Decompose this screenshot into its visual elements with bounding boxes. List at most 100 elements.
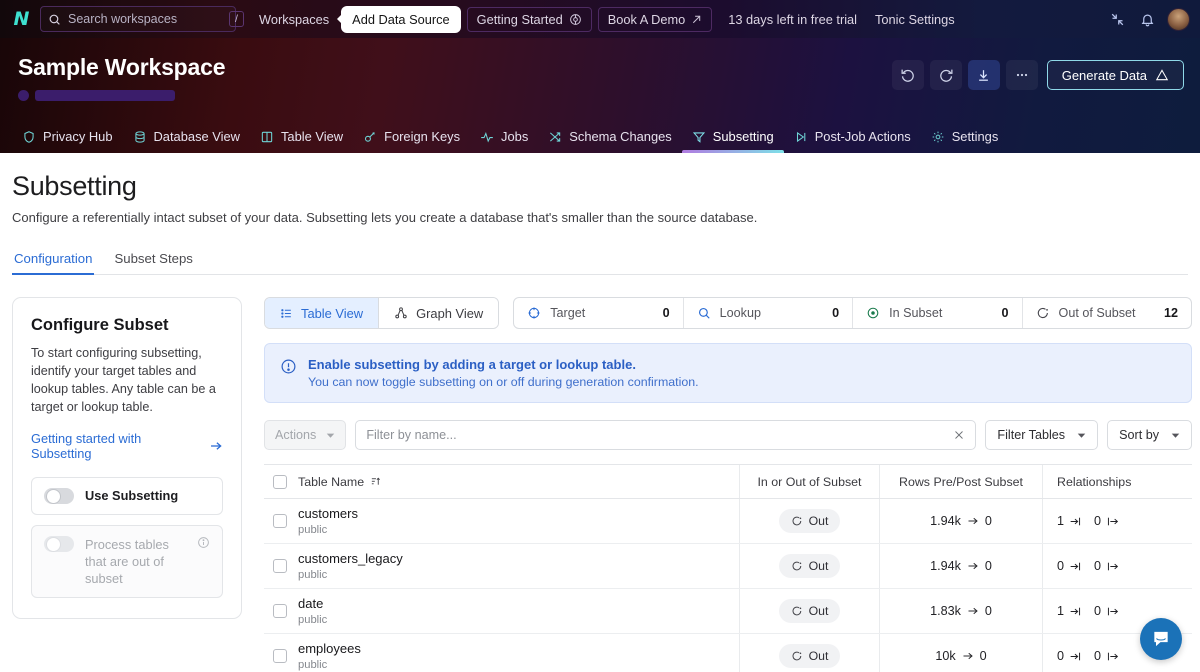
workspace-nav-jobs[interactable]: Jobs [470, 123, 538, 153]
table-row[interactable]: customers_legacy public Out 1.94k 0 0 0 [264, 544, 1192, 589]
table-view-button[interactable]: Table View [265, 298, 379, 328]
workspace-nav-post-job-actions[interactable]: Post-Job Actions [784, 123, 921, 153]
collapse-icon[interactable] [1104, 6, 1130, 32]
table-row[interactable]: employees public Out 10k 0 0 0 [264, 634, 1192, 672]
more-icon[interactable] [1005, 60, 1038, 90]
status-badge[interactable]: Out [778, 509, 841, 533]
rows-post: 0 [984, 514, 992, 528]
getting-started-link[interactable]: Getting started with Subsetting [31, 431, 223, 461]
topbar-right-actions [1104, 6, 1190, 32]
arrow-into-icon [1069, 560, 1082, 573]
rows-pre: 10k [935, 649, 956, 663]
stat-out-of-subset-value: 12 [1163, 306, 1178, 320]
nav-label: Subsetting [712, 129, 774, 144]
sort-by-dropdown[interactable]: Sort by [1107, 420, 1192, 450]
table-row[interactable]: date public Out 1.83k 0 1 0 [264, 589, 1192, 634]
stat-in-subset-label: In Subset [889, 306, 943, 320]
stat-target[interactable]: Target 0 [514, 298, 682, 328]
stat-lookup[interactable]: Lookup 0 [682, 298, 852, 328]
search-input[interactable] [68, 12, 229, 26]
topnav-add-data-source[interactable]: Add Data Source [341, 5, 461, 33]
row-checkbox[interactable] [273, 559, 287, 573]
workspace-header: Sample Workspace Generate Data Privacy H… [0, 38, 1200, 153]
stat-out-of-subset[interactable]: Out of Subset 12 [1021, 298, 1191, 328]
rows-pre-post: 10k 0 [935, 649, 986, 663]
generate-data-label: Generate Data [1061, 67, 1147, 83]
graph-icon [394, 306, 408, 320]
redo-icon[interactable] [929, 60, 962, 90]
filter-input[interactable] [366, 428, 954, 442]
topnav-book-a-demo[interactable]: Book A Demo [597, 6, 713, 32]
workspace-nav-table-view[interactable]: Table View [250, 123, 353, 153]
topnav-trial-notice: 13 days left in free trial [728, 11, 858, 27]
info-icon[interactable] [197, 536, 210, 549]
use-subsetting-toggle-row[interactable]: Use Subsetting [31, 476, 223, 515]
filter-tables-dropdown[interactable]: Filter Tables [985, 420, 1099, 450]
subsetting-panel: Table View Graph View Target 0 Lookup 0 … [264, 297, 1192, 672]
column-table-name[interactable]: Table Name [298, 475, 381, 489]
row-checkbox[interactable] [273, 649, 287, 663]
tonic-logo-icon[interactable]: N [10, 8, 32, 30]
search-icon [48, 13, 61, 26]
stats-bar: Target 0 Lookup 0 In Subset 0 Out of Sub… [513, 297, 1192, 329]
workspace-nav-settings[interactable]: Settings [921, 123, 1009, 153]
column-rows-pre-post: Rows Pre/Post Subset [899, 474, 1023, 489]
download-icon[interactable] [967, 60, 1000, 90]
workspace-search[interactable]: / [40, 6, 244, 32]
tab-configuration[interactable]: Configuration [12, 247, 95, 275]
actions-dropdown[interactable]: Actions [264, 420, 347, 450]
bell-icon[interactable] [1134, 6, 1160, 32]
arrow-into-icon [1069, 515, 1082, 528]
arrow-outof-icon [1106, 605, 1119, 618]
row-checkbox[interactable] [273, 514, 287, 528]
table-row[interactable]: customers public Out 1.94k 0 1 0 [264, 499, 1192, 544]
status-badge[interactable]: Out [778, 644, 841, 668]
rows-post: 0 [979, 649, 987, 663]
topnav-tonic-settings[interactable]: Tonic Settings [866, 7, 964, 32]
use-subsetting-label: Use Subsetting [85, 488, 179, 503]
stat-in-subset[interactable]: In Subset 0 [852, 298, 1021, 328]
chat-bubble-icon[interactable] [1140, 618, 1182, 660]
relationships-outgoing: 0 [1094, 559, 1119, 573]
row-table-name: date [298, 596, 324, 612]
avatar[interactable] [1167, 7, 1190, 31]
workspace-nav-foreign-keys[interactable]: Foreign Keys [353, 123, 470, 153]
table-header-row: Table Name In or Out of Subset Rows Pre/… [264, 465, 1192, 499]
status-label: Out [808, 604, 829, 618]
topnav-getting-started[interactable]: Getting Started [466, 6, 592, 32]
workspace-nav-database-view[interactable]: Database View [123, 123, 250, 153]
nav-label: Database View [153, 129, 240, 144]
select-all-checkbox[interactable] [273, 474, 287, 489]
arrow-into-icon [1069, 605, 1082, 618]
generate-data-button[interactable]: Generate Data [1046, 60, 1184, 90]
arrow-right-icon [967, 515, 979, 527]
workspace-nav-subsetting[interactable]: Subsetting [681, 123, 784, 153]
topnav-workspaces[interactable]: Workspaces [250, 7, 338, 32]
graph-view-button[interactable]: Graph View [378, 298, 499, 328]
table-toolbar: Actions Filter Tables [264, 420, 1192, 450]
workspace-nav-schema-changes[interactable]: Schema Changes [538, 123, 681, 153]
status-badge[interactable]: Out [778, 554, 841, 578]
clear-icon[interactable] [953, 429, 965, 441]
stat-lookup-value: 0 [832, 306, 840, 320]
row-checkbox[interactable] [273, 604, 287, 618]
out-of-subset-icon [791, 605, 803, 617]
row-schema: public [298, 523, 328, 536]
use-subsetting-switch[interactable] [44, 487, 74, 504]
key-icon [363, 130, 377, 144]
row-table-name: employees [298, 641, 361, 657]
workspace-nav-privacy-hub[interactable]: Privacy Hub [12, 123, 123, 153]
relationships-incoming: 1 [1057, 604, 1082, 618]
global-topbar: N / Workspaces Add Data Source Getting S… [0, 0, 1200, 38]
rows-post: 0 [984, 559, 992, 573]
status-badge[interactable]: Out [778, 599, 841, 623]
tab-subset-steps[interactable]: Subset Steps [112, 247, 194, 274]
undo-icon[interactable] [891, 60, 924, 90]
getting-started-label: Getting Started [476, 11, 563, 27]
filter-by-name-field[interactable] [355, 420, 977, 450]
topbar-nav: Workspaces Add Data Source Getting Start… [250, 5, 1104, 33]
arrow-outof-icon [1106, 515, 1119, 528]
rel-in-count: 0 [1057, 649, 1065, 663]
configure-subset-card: Configure Subset To start configuring su… [12, 297, 242, 620]
banner-title: Enable subsetting by adding a target or … [308, 357, 636, 372]
